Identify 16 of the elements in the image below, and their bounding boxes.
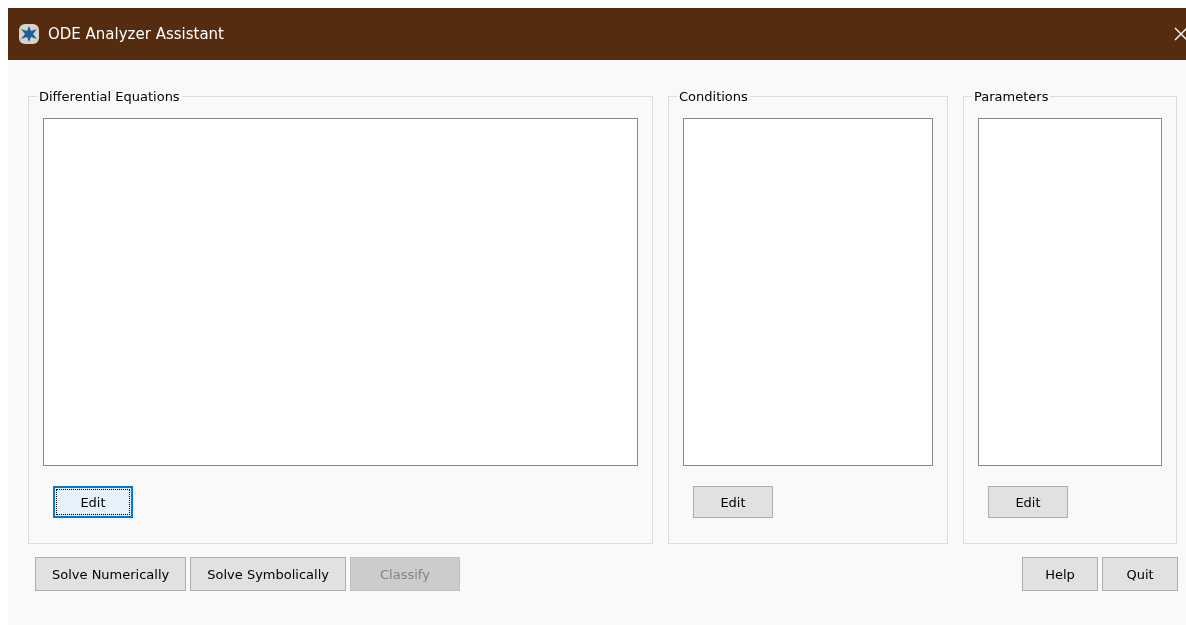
list-box[interactable] [43,118,638,466]
app-icon [18,23,40,45]
close-icon[interactable] [1174,27,1186,41]
edit-button[interactable]: Edit [693,486,773,518]
action-button[interactable]: Solve Symbolically [190,557,346,591]
action-button[interactable]: Quit [1102,557,1178,591]
edit-button[interactable]: Edit [53,486,133,518]
edit-button[interactable]: Edit [988,486,1068,518]
group-title: Parameters [973,89,1050,104]
group-title: Differential Equations [38,89,181,104]
list-box[interactable] [978,118,1162,466]
window-title: ODE Analyzer Assistant [48,25,225,43]
group-title: Conditions [678,89,749,104]
action-button[interactable]: Solve Numerically [35,557,187,591]
action-button[interactable]: Help [1022,557,1098,591]
list-box[interactable] [683,118,933,466]
